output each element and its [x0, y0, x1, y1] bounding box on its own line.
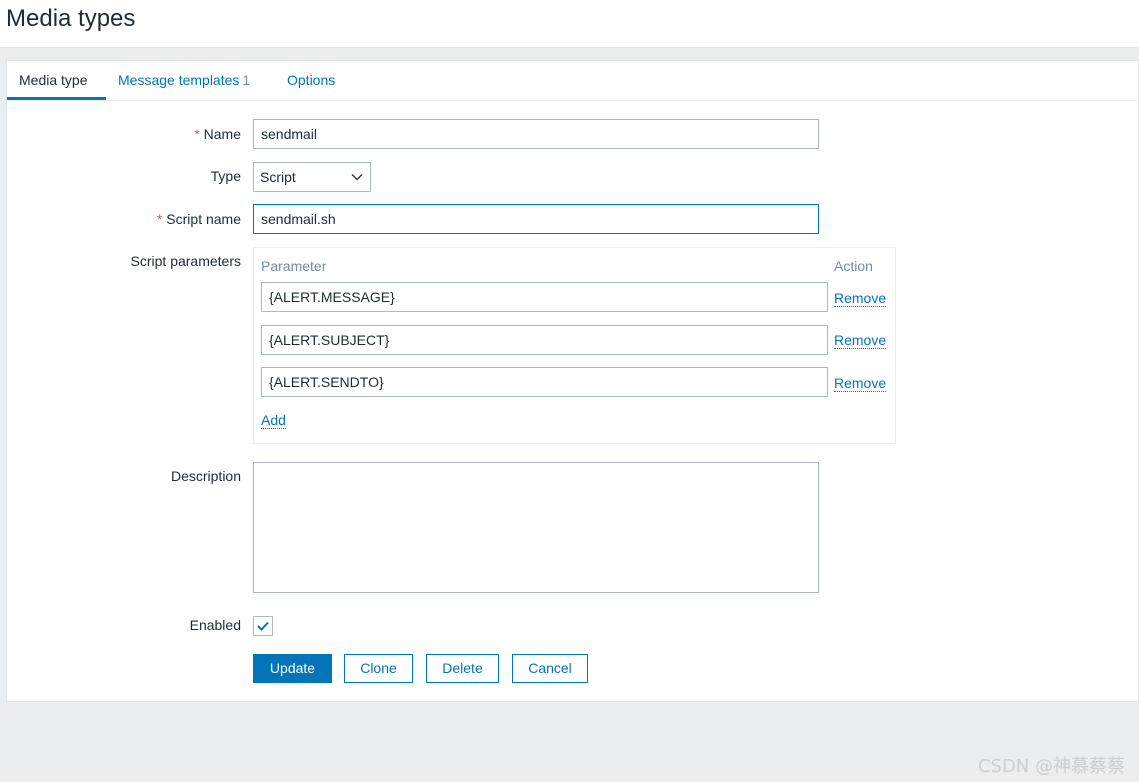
type-label: Type — [210, 168, 241, 184]
remove-parameter-link-2[interactable]: Remove — [834, 332, 887, 349]
enabled-label: Enabled — [189, 617, 241, 633]
description-textarea[interactable] — [253, 462, 819, 593]
tab-options[interactable]: Options — [287, 72, 335, 88]
parameter-input-2[interactable]: {ALERT.SUBJECT} — [261, 325, 828, 355]
active-tab-indicator — [7, 97, 106, 100]
script-parameters-label: Script parameters — [130, 253, 241, 269]
remove-parameter-link-3[interactable]: Remove — [834, 375, 887, 392]
watermark: CSDN @神慕蔡蔡 — [977, 756, 1125, 777]
chevron-down-icon — [351, 174, 363, 181]
name-input[interactable]: sendmail — [253, 119, 819, 149]
delete-button[interactable]: Delete — [426, 654, 499, 683]
type-select[interactable]: Script — [253, 162, 371, 192]
description-label: Description — [170, 468, 241, 484]
update-button[interactable]: Update — [253, 654, 332, 683]
checkmark-icon — [257, 621, 269, 631]
tab-media-type[interactable]: Media type — [19, 72, 87, 88]
media-type-form-panel: Media type Message templates 1 Options * N… — [6, 60, 1139, 702]
name-label: * Name — [7, 126, 241, 142]
required-asterisk: * — [156, 211, 163, 227]
parameter-input-3[interactable]: {ALERT.SENDTO} — [261, 367, 828, 397]
script-name-label: * Script name — [7, 211, 241, 227]
remove-parameter-link-1[interactable]: Remove — [834, 290, 887, 307]
cancel-button[interactable]: Cancel — [512, 654, 588, 683]
tab-message-templates[interactable]: Message templates 1 — [118, 72, 250, 88]
name-label-text: Name — [203, 126, 241, 142]
required-asterisk: * — [194, 126, 200, 142]
type-select-value: Script — [260, 169, 296, 185]
script-name-label-text: Script name — [166, 211, 241, 227]
tab-message-templates-label: Message templates — [118, 72, 240, 88]
page-title: Media types — [6, 5, 136, 32]
add-parameter-link[interactable]: Add — [261, 412, 286, 429]
clone-button[interactable]: Clone — [344, 654, 413, 683]
tab-message-templates-count: 1 — [242, 72, 251, 88]
enabled-checkbox[interactable] — [253, 616, 273, 636]
parameter-input-1[interactable]: {ALERT.MESSAGE} — [261, 282, 828, 312]
script-name-input[interactable]: sendmail.sh — [253, 204, 819, 234]
action-column-header: Action — [834, 258, 873, 274]
page-header: Media types — [0, 0, 1139, 48]
script-parameters-table: Parameter Action {ALERT.MESSAGE} Remove … — [253, 247, 896, 444]
parameter-column-header: Parameter — [261, 258, 327, 274]
tab-bar: Media type Message templates 1 Options — [7, 61, 1138, 101]
